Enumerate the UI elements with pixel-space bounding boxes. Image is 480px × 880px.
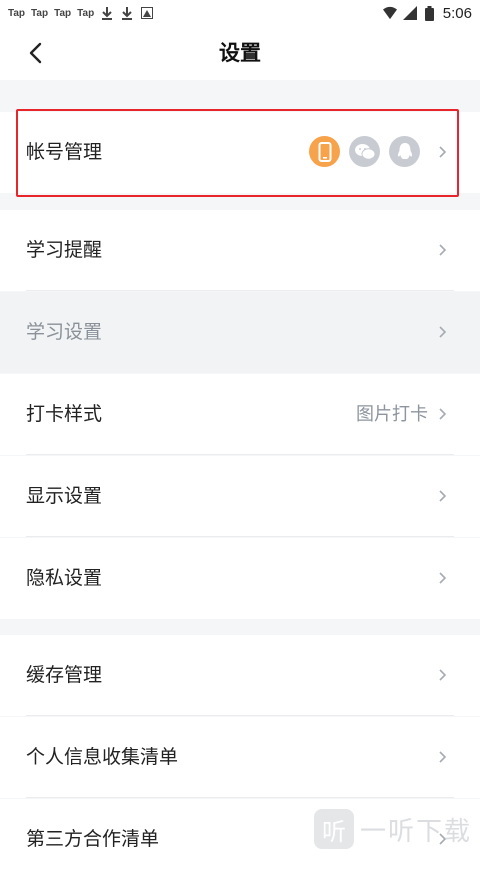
- chevron-right-icon: [439, 490, 447, 502]
- divider: [26, 797, 454, 798]
- divider: [26, 290, 454, 291]
- tap-notification-label: Tap: [31, 7, 49, 19]
- settings-row-privacy[interactable]: 隐私设置: [0, 538, 480, 619]
- settings-row-study-reminder[interactable]: 学习提醒: [0, 210, 480, 291]
- qq-icon: [389, 136, 420, 167]
- chevron-right-icon: [439, 572, 447, 584]
- watermark: 听 一听下载: [313, 809, 472, 849]
- page-title: 设置: [219, 41, 261, 65]
- settings-row-label: 打卡样式: [26, 403, 103, 425]
- settings-row-value: 图片打卡: [356, 404, 428, 425]
- settings-row-label: 学习提醒: [26, 239, 103, 261]
- chevron-right-icon: [439, 751, 447, 763]
- settings-row-label: 隐私设置: [26, 567, 103, 589]
- image-notification-icon: [140, 6, 154, 20]
- settings-row-label: 学习设置: [26, 321, 103, 343]
- chevron-right-icon: [439, 326, 447, 338]
- tap-notification-label: Tap: [77, 7, 95, 19]
- watermark-text: 一听下载: [359, 816, 472, 847]
- battery-icon: [423, 5, 437, 21]
- download-icon: [100, 6, 114, 20]
- tap-notification-label: Tap: [54, 7, 72, 19]
- wifi-icon: [382, 6, 397, 20]
- cellular-signal-icon: [402, 6, 417, 20]
- chevron-right-icon: [439, 669, 447, 681]
- status-bar-right: 5:06: [382, 4, 472, 22]
- status-time: 5:06: [442, 4, 472, 22]
- divider: [26, 536, 454, 537]
- status-bar: Tap Tap Tap Tap 5:06: [0, 0, 480, 26]
- settings-row-label: 个人信息收集清单: [26, 746, 179, 768]
- phone-icon: [309, 136, 340, 167]
- settings-row-account[interactable]: 帐号管理: [0, 112, 480, 193]
- settings-row-label: 帐号管理: [26, 141, 103, 163]
- tap-notification-label: Tap: [8, 7, 26, 19]
- linked-accounts: [309, 136, 420, 167]
- divider: [26, 454, 454, 455]
- download-icon: [120, 6, 134, 20]
- settings-row-cache[interactable]: 缓存管理: [0, 635, 480, 716]
- status-bar-left: Tap Tap Tap Tap: [8, 6, 383, 20]
- divider: [26, 715, 454, 716]
- settings-row-personal-info-list[interactable]: 个人信息收集清单: [0, 717, 480, 798]
- watermark-logo-glyph: 听: [321, 817, 346, 846]
- chevron-right-icon: [439, 408, 447, 420]
- chevron-right-icon: [439, 244, 447, 256]
- settings-row-label: 显示设置: [26, 485, 103, 507]
- settings-row-label: 第三方合作清单: [26, 828, 160, 850]
- chevron-right-icon: [439, 146, 447, 158]
- watermark-logo: 听: [313, 809, 354, 849]
- settings-row-label: 缓存管理: [26, 664, 103, 686]
- nav-header: 设置: [0, 26, 480, 80]
- settings-row-study-settings[interactable]: 学习设置: [0, 292, 480, 373]
- wechat-icon: [349, 136, 380, 167]
- settings-row-display[interactable]: 显示设置: [0, 456, 480, 537]
- settings-row-checkin-style[interactable]: 打卡样式 图片打卡: [0, 374, 480, 455]
